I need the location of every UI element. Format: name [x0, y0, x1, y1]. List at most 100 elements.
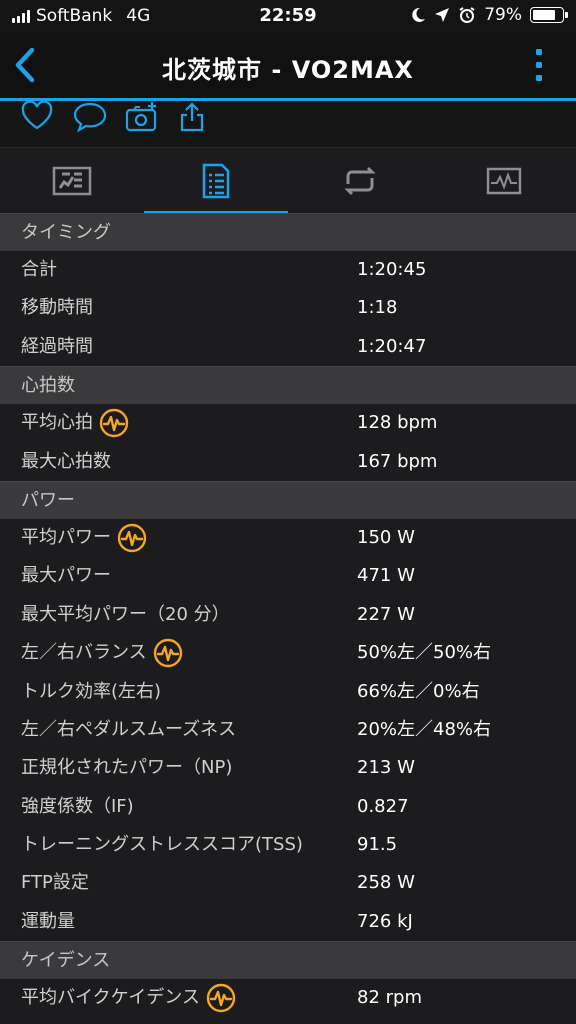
summary-chart-icon	[52, 166, 92, 196]
battery-percent: 79%	[484, 5, 522, 25]
stat-value: 167 bpm	[357, 450, 438, 472]
page-title: 北茨城市 - VO2MAX	[162, 56, 414, 84]
section-header: パワー	[0, 480, 576, 519]
performance-badge-icon[interactable]	[206, 983, 236, 1013]
stat-label-text: 最大心拍数	[21, 450, 111, 472]
stat-value: 227 W	[357, 603, 415, 625]
share-button[interactable]	[176, 101, 212, 133]
tab-summary[interactable]	[0, 148, 144, 214]
details-list-icon	[202, 163, 230, 199]
stat-label-text: 運動量	[21, 910, 75, 932]
stat-row: 正規化されたパワー（NP) 213 W	[0, 749, 576, 787]
stat-value: 258 W	[357, 872, 415, 894]
stat-label-text: 最大平均パワー（20 分）	[21, 603, 230, 625]
stat-value: 150 W	[357, 526, 415, 548]
stat-label: 平均バイクケイデンス	[21, 979, 236, 1017]
stat-value: 0.827	[357, 795, 409, 817]
performance-badge-icon[interactable]	[99, 408, 129, 438]
graph-icon	[486, 167, 522, 195]
stat-value: 128 bpm	[357, 412, 438, 434]
stat-label-text: トレーニングストレススコア(TSS)	[21, 834, 303, 856]
status-bar: SoftBank 4G 22:59 79%	[0, 0, 576, 32]
stat-label: FTP設定	[21, 864, 89, 902]
stat-row: 左／右ペダルスムーズネス 20%左／48%右	[0, 711, 576, 749]
tab-laps[interactable]	[288, 148, 432, 214]
stat-label: 最大平均パワー（20 分）	[21, 596, 230, 634]
stat-label: 平均心拍	[21, 404, 129, 442]
stat-row: 最大心拍数 167 bpm	[0, 443, 576, 481]
location-arrow-icon	[435, 8, 450, 22]
stat-value: 1:18	[357, 297, 398, 319]
add-photo-button[interactable]	[124, 101, 160, 133]
stat-label: 強度係数（IF)	[21, 788, 134, 826]
stat-value: 471 W	[357, 565, 415, 587]
stat-row: 平均心拍 128 bpm	[0, 404, 576, 442]
stat-row: 運動量 726 kJ	[0, 903, 576, 941]
stat-row: 移動時間 1:18	[0, 289, 576, 327]
tab-bar	[0, 147, 576, 214]
stat-row: FTP設定 258 W	[0, 864, 576, 902]
stat-value: 1:20:45	[357, 259, 427, 280]
section-header: ケイデンス	[0, 941, 576, 980]
stat-label-text: 左／右ペダルスムーズネス	[21, 718, 237, 740]
stat-label-text: 強度係数（IF)	[21, 795, 134, 817]
comment-button[interactable]	[72, 101, 108, 133]
stat-label: 左／右バランス	[21, 634, 183, 672]
stat-label: 最大心拍数	[21, 443, 111, 481]
stat-row: 合計 1:20:45	[0, 251, 576, 289]
stat-value: 213 W	[357, 757, 415, 779]
share-icon	[180, 102, 204, 132]
stat-label-text: トルク効率(左右)	[21, 680, 162, 702]
battery-icon	[530, 7, 568, 23]
action-row	[0, 100, 576, 147]
tab-details[interactable]	[144, 148, 288, 214]
like-button[interactable]	[20, 100, 56, 133]
stat-label-text: 経過時間	[21, 335, 93, 357]
stat-label-text: 平均パワー	[21, 526, 111, 548]
heart-icon	[21, 100, 53, 130]
section-header: タイミング	[0, 213, 576, 251]
moon-icon	[412, 7, 426, 22]
details-list: タイミング合計 1:20:45 移動時間 1:18 経過時間 1:20:47 心拍数 平均心拍…	[0, 213, 576, 1018]
stat-row: 強度係数（IF) 0.827	[0, 788, 576, 826]
alarm-icon	[459, 7, 475, 23]
comment-icon	[73, 102, 107, 133]
stat-value: 50%左／50%右	[357, 642, 492, 664]
stat-label: 左／右ペダルスムーズネス	[21, 711, 236, 749]
stat-row: 最大パワー 471 W	[0, 557, 576, 595]
stat-label: 運動量	[21, 903, 75, 941]
stat-label: 正規化されたパワー（NP)	[21, 749, 232, 787]
stat-label-text: 合計	[21, 259, 57, 280]
stat-row: 経過時間 1:20:47	[0, 328, 576, 366]
stat-row: 最大平均パワー（20 分） 227 W	[0, 596, 576, 634]
add-photo-icon	[125, 102, 157, 132]
stat-row: 平均バイクケイデンス 82 rpm	[0, 979, 576, 1017]
stat-row: トレーニングストレススコア(TSS) 91.5	[0, 826, 576, 864]
stat-row: 左／右バランス 50%左／50%右	[0, 634, 576, 672]
stat-label: 平均パワー	[21, 519, 147, 557]
performance-badge-icon[interactable]	[153, 638, 183, 668]
section-header: 心拍数	[0, 366, 576, 405]
stat-label: 移動時間	[21, 289, 93, 327]
laps-icon	[344, 166, 376, 196]
stat-label: トルク効率(左右)	[21, 673, 161, 711]
stat-label-text: 移動時間	[21, 297, 93, 319]
more-options-button[interactable]	[534, 46, 544, 84]
stat-label: トレーニングストレススコア(TSS)	[21, 826, 303, 864]
stat-value: 82 rpm	[357, 987, 422, 1009]
stat-label-text: FTP設定	[21, 872, 89, 894]
performance-badge-icon[interactable]	[117, 523, 147, 553]
stat-value: 726 kJ	[357, 910, 413, 932]
stat-value: 1:20:47	[357, 335, 427, 357]
stat-value: 20%左／48%右	[357, 718, 492, 740]
tab-graph[interactable]	[432, 148, 576, 214]
stat-value: 91.5	[357, 834, 398, 856]
stat-label: 合計	[21, 251, 57, 289]
stat-row: トルク効率(左右) 66%左／0%右	[0, 673, 576, 711]
stat-label-text: 最大パワー	[21, 565, 111, 587]
stat-label-text: 平均バイクケイデンス	[21, 987, 200, 1009]
nav-bar: 北茨城市 - VO2MAX	[0, 32, 576, 98]
status-right: 79%	[410, 5, 568, 25]
stat-value: 66%左／0%右	[357, 680, 480, 702]
stat-label-text: 左／右バランス	[21, 642, 147, 664]
